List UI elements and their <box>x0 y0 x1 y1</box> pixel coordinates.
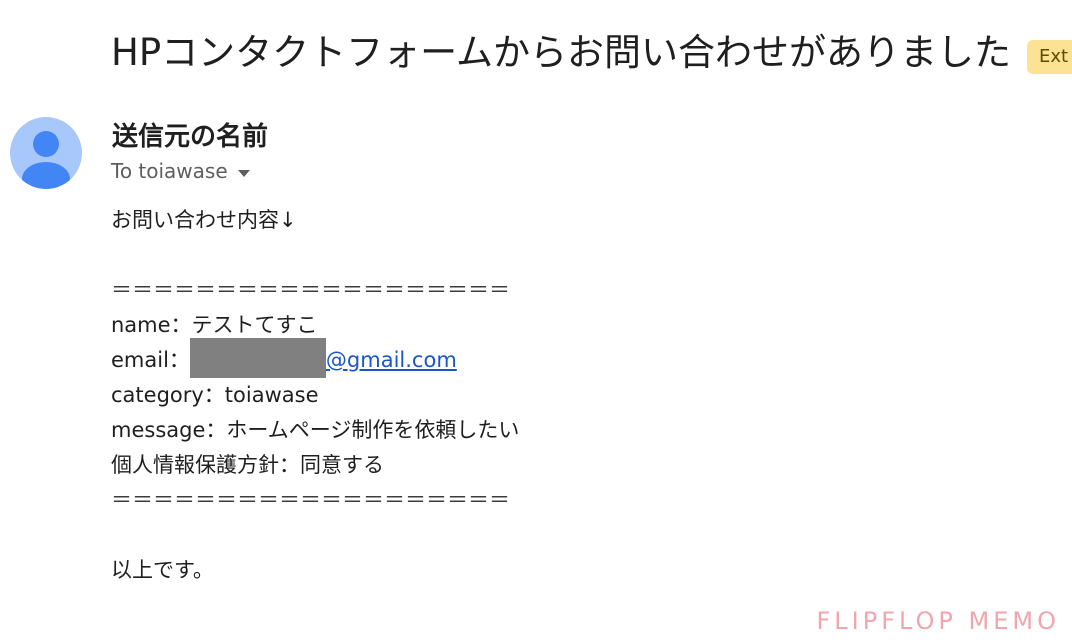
field-email-label: email： <box>111 348 190 372</box>
caret-down-icon[interactable] <box>237 159 250 183</box>
external-label-badge[interactable]: Ext <box>1027 40 1072 74</box>
person-icon <box>22 131 70 189</box>
field-privacy-policy: 個人情報保護方針：同意する <box>111 453 384 477</box>
watermark-logo: FLIPFLOP MEMO <box>816 607 1060 635</box>
email-view: HPコンタクトフォームからお問い合わせがありました Ext 送信元の名前 To … <box>0 0 1072 643</box>
body-intro: お問い合わせ内容↓ <box>111 208 297 232</box>
field-category: category：toiawase <box>111 383 319 407</box>
field-message: message：ホームページ制作を依頼したい <box>111 418 520 442</box>
sender-name[interactable]: 送信元の名前 <box>112 118 268 156</box>
recipient-label: To toiawase <box>111 159 228 183</box>
email-link[interactable]: @gmail.com <box>326 348 457 372</box>
email-body: お問い合わせ内容↓ ＝＝＝＝＝＝＝＝＝＝＝＝＝＝＝＝＝＝＝ name：テストてす… <box>111 203 519 588</box>
redacted-block <box>189 338 326 378</box>
email-subject: HPコンタクトフォームからお問い合わせがありました <box>111 31 1012 74</box>
separator-line: ＝＝＝＝＝＝＝＝＝＝＝＝＝＝＝＝＝＝＝ <box>111 278 510 302</box>
field-email: email： @gmail.com <box>111 338 519 378</box>
separator-line: ＝＝＝＝＝＝＝＝＝＝＝＝＝＝＝＝＝＝＝ <box>111 488 510 512</box>
sender-avatar[interactable] <box>10 117 82 189</box>
body-closing: 以上です。 <box>111 558 214 582</box>
recipient-details-toggle[interactable]: To toiawase <box>111 158 250 184</box>
